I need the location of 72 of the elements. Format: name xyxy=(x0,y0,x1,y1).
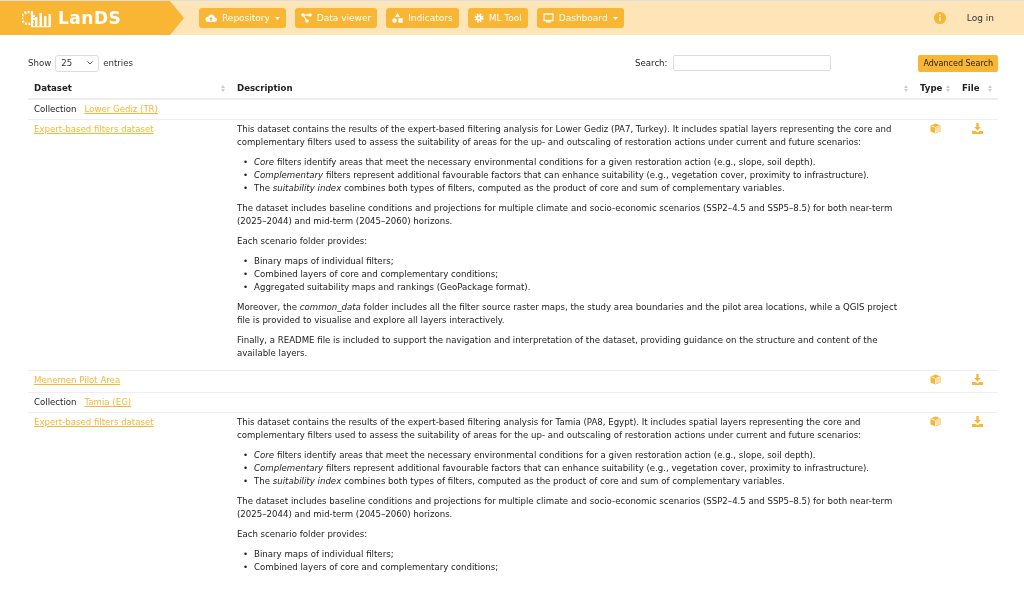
description-list-item: Combined layers of core and complementary conditions; xyxy=(254,561,499,574)
logo-text: LanDS xyxy=(58,8,122,28)
column-header[interactable]: Dataset xyxy=(34,83,72,93)
sort-icon xyxy=(904,83,908,93)
download-icon[interactable] xyxy=(971,416,983,427)
bullet: • xyxy=(243,281,249,294)
description-paragraph: Each scenario folder provides: xyxy=(237,235,369,248)
nav-menu-button[interactable]: Data viewer xyxy=(294,8,378,28)
shapes-icon xyxy=(392,13,404,23)
description-list-item: Complementary filters represent additional favourable factors that can enhance suitability (e.g., vegetation cover, proximity to infrastructure). xyxy=(254,462,870,475)
description-paragraph: The dataset includes baseline conditions and projections for multiple climate and socio-economic scenarios (SSP2–4.5 and SSP5–8.5) for both near-term (2025–2044) and mid-term (2045–2060) horizons. xyxy=(237,202,894,228)
cube-icon xyxy=(929,123,941,134)
download-icon[interactable] xyxy=(971,123,983,134)
dataset-link[interactable]: Menemen Pilot Area xyxy=(34,375,121,385)
search-label: Search: xyxy=(635,58,668,68)
logo-icon xyxy=(22,8,52,28)
search-field[interactable] xyxy=(673,55,832,71)
chevron-icon xyxy=(87,61,94,65)
description-list-item: Binary maps of individual filters; xyxy=(254,548,394,561)
dataset-link[interactable]: Expert-based filters dataset xyxy=(34,124,154,134)
entries-label: entries xyxy=(103,58,133,68)
cube-icon xyxy=(929,416,941,427)
description-paragraph: This dataset contains the results of the expert-based filtering analysis for Tamia (PA8, Egypt). It includes spatial layers representing the core and complementary filters used to assess the suitability of areas for the up- and outscaling of restoration actions under current and future scenarios: xyxy=(237,416,862,442)
collection-link[interactable]: Tamia (EG) xyxy=(84,396,132,409)
network-icon xyxy=(300,13,312,23)
description-list-item: Complementary filters represent additional favourable factors that can enhance suitability (e.g., vegetation cover, proximity to infrastructure). xyxy=(254,169,870,182)
collection-label: Collection xyxy=(34,103,77,116)
cloud-upload-icon xyxy=(205,13,217,23)
login-link[interactable]: Log in xyxy=(966,13,994,23)
bullet: • xyxy=(243,449,249,462)
bullet: • xyxy=(243,255,249,268)
description-paragraph: Each scenario folder provides: xyxy=(237,528,369,541)
bullet: • xyxy=(243,156,249,169)
cube-icon xyxy=(929,374,941,385)
description-list-item: Core filters identify areas that meet the necessary environmental conditions for a given restoration action (e.g., slope, soil depth). xyxy=(254,449,816,462)
bullet: • xyxy=(243,561,249,574)
info-icon[interactable] xyxy=(933,12,946,24)
sort-icon xyxy=(221,83,225,93)
dataset-link[interactable]: Expert-based filters dataset xyxy=(34,417,154,427)
bullet: • xyxy=(243,475,249,488)
nav-menu-button[interactable]: Repository xyxy=(199,8,286,28)
gear-icon xyxy=(473,13,484,23)
bullet: • xyxy=(243,548,249,561)
description-list-item: Binary maps of individual filters; xyxy=(254,255,394,268)
description-list-item: The suitability index combines both types of filters, computed as the product of core and sum of complementary variables. xyxy=(254,475,785,488)
show-label: Show xyxy=(28,58,52,68)
monitor-icon xyxy=(542,13,554,23)
description-list-item: Combined layers of core and complementary conditions; xyxy=(254,268,499,281)
column-header[interactable]: File xyxy=(962,83,980,93)
download-icon[interactable] xyxy=(971,374,983,385)
column-header[interactable]: Description xyxy=(237,83,293,93)
advanced-search-button[interactable]: Advanced Search xyxy=(918,54,998,72)
nav-menu-button[interactable]: Dashboard xyxy=(536,8,624,28)
description-list-item: The suitability index combines both types of filters, computed as the product of core and sum of complementary variables. xyxy=(254,182,785,195)
page-length-select[interactable]: 25 xyxy=(55,54,100,72)
bullet: • xyxy=(243,182,249,195)
description-list-item: Core filters identify areas that meet the necessary environmental conditions for a given restoration action (e.g., slope, soil depth). xyxy=(254,156,816,169)
nav-menu-button[interactable]: ML Tool xyxy=(467,8,528,28)
sort-icon xyxy=(988,83,992,93)
collection-link[interactable]: Lower Gediz (TR) xyxy=(84,103,158,116)
description-paragraph: This dataset contains the results of the expert-based filtering analysis for Lower Gediz (PA7, Turkey). It includes spatial layers representing the core and complementary filters used to assess the suitability of areas for the up- and outscaling of restoration actions under current and future scenarios: xyxy=(237,123,893,149)
nav-menu-button[interactable]: Indicators xyxy=(386,8,459,28)
description-paragraph: The dataset includes baseline conditions and projections for multiple climate and socio-economic scenarios (SSP2–4.5 and SSP5–8.5) for both near-term (2025–2044) and mid-term (2045–2060) horizons. xyxy=(237,495,894,521)
bullet: • xyxy=(243,268,249,281)
collection-label: Collection xyxy=(34,396,77,409)
description-paragraph: Finally, a README file is included to support the navigation and interpretation of the dataset, providing guidance on the structure and content of the available layers. xyxy=(237,334,879,360)
bullet: • xyxy=(243,169,249,182)
sort-icon xyxy=(946,83,950,93)
description-paragraph: Moreover, the common_data folder includes all the filter source raster maps, the study area boundaries and the pilot area locations, while a QGIS project file is provided to visualise and explore all layers interactively. xyxy=(237,301,898,327)
bullet: • xyxy=(243,462,249,475)
column-header[interactable]: Type xyxy=(920,83,943,93)
description-list-item: Aggregated suitability maps and rankings (GeoPackage format). xyxy=(254,281,531,294)
